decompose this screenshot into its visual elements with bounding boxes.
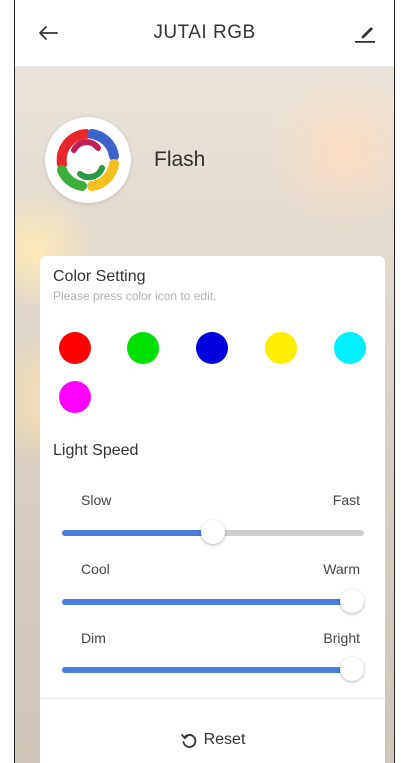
- speed-max-label: Fast: [332, 492, 360, 508]
- color-swatch[interactable]: [265, 332, 297, 364]
- color-swatch[interactable]: [59, 332, 91, 364]
- pen-icon: [355, 27, 375, 43]
- color-setting-title: Color Setting: [53, 268, 146, 285]
- speed-slider[interactable]: [62, 520, 364, 544]
- reset-icon: [180, 734, 196, 748]
- reset-button[interactable]: Reset: [40, 726, 385, 754]
- page-title: JUTAI RGB: [153, 22, 256, 43]
- mode-name: Flash: [154, 148, 206, 171]
- brightness-fill: [62, 667, 352, 673]
- color-temperature-fill: [62, 599, 352, 605]
- color-temperature-slider[interactable]: [62, 589, 364, 613]
- edit-button[interactable]: [350, 18, 380, 48]
- brightness-slider[interactable]: [62, 657, 364, 681]
- speed-slider-fill: [62, 530, 213, 536]
- reset-label: Reset: [203, 731, 246, 748]
- color-swatch[interactable]: [334, 332, 366, 364]
- speed-slider-thumb[interactable]: [201, 520, 225, 544]
- brightness-min-label: Dim: [81, 630, 106, 646]
- app-screen: JUTAI RGB Flash Color Setting Please pre…: [14, 0, 395, 763]
- mode-logo: [45, 117, 131, 203]
- settings-panel: Color Setting Please press color icon to…: [40, 256, 385, 763]
- color-swatch[interactable]: [196, 332, 228, 364]
- color-setting-hint: Please press color icon to edit.: [53, 289, 217, 303]
- light-speed-title: Light Speed: [53, 442, 139, 459]
- color-swatch[interactable]: [127, 332, 159, 364]
- divider: [40, 698, 385, 699]
- speed-min-label: Slow: [81, 492, 112, 508]
- color-temperature-thumb[interactable]: [339, 589, 364, 613]
- brightness-max-label: Bright: [323, 630, 360, 646]
- swirl-logo-icon: [56, 129, 119, 191]
- temp-min-label: Cool: [81, 561, 110, 577]
- header-bar: JUTAI RGB: [15, 0, 394, 67]
- color-swatch[interactable]: [59, 381, 91, 413]
- temp-max-label: Warm: [323, 561, 360, 577]
- brightness-thumb[interactable]: [339, 657, 364, 681]
